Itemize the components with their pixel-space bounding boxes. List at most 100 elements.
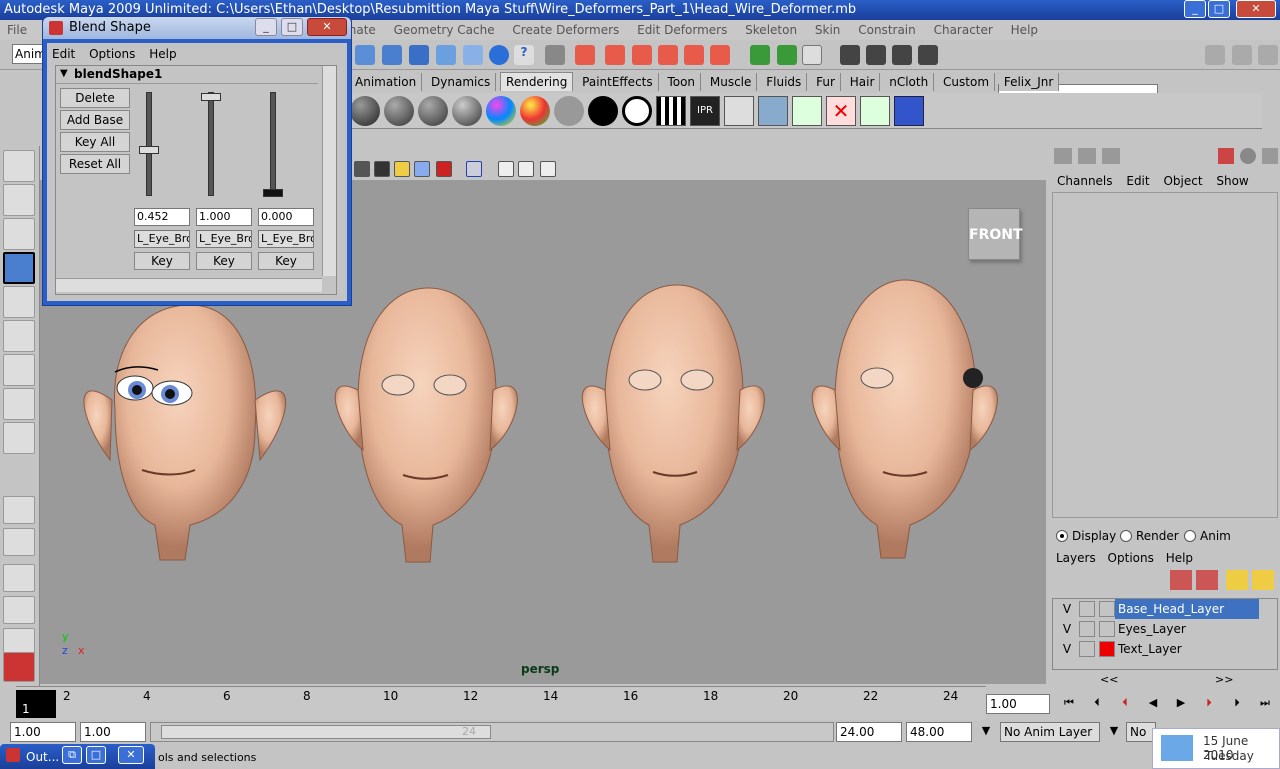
maximize-button[interactable]: □ — [86, 746, 106, 764]
step-back-frame-icon[interactable]: ⏴ — [1084, 692, 1110, 714]
head-mesh[interactable] — [83, 304, 287, 561]
render-view-icon[interactable] — [489, 45, 509, 65]
magnet-icon[interactable] — [658, 45, 678, 65]
tab-felix-jnr[interactable]: Felix_Jnr — [998, 73, 1060, 91]
weight-slider[interactable] — [139, 92, 159, 196]
move-tool-icon[interactable] — [3, 252, 35, 284]
delete-button[interactable]: Delete — [60, 88, 130, 108]
play-backward-icon[interactable]: ◀ — [1140, 692, 1166, 714]
paint-select-icon[interactable] — [3, 218, 35, 250]
step-forward-frame-icon[interactable]: ⏵ — [1224, 692, 1250, 714]
layout-outliner-icon[interactable] — [3, 564, 35, 592]
time-ticks[interactable]: 2 4 6 8 10 12 14 16 18 20 22 24 — [16, 686, 986, 720]
snap-grid-icon[interactable] — [355, 45, 375, 65]
render-batch-icon[interactable] — [724, 96, 754, 126]
clapper-icon[interactable] — [918, 45, 938, 65]
channel-box[interactable] — [1052, 192, 1278, 518]
layer-name[interactable]: Eyes_Layer — [1115, 619, 1259, 639]
last-tool-icon[interactable] — [3, 422, 35, 454]
maximize-button[interactable]: □ — [281, 18, 303, 36]
material-ball-icon[interactable] — [622, 96, 652, 126]
select-tool-icon[interactable] — [3, 150, 35, 182]
material-ball-icon[interactable] — [486, 96, 516, 126]
ipr-icon[interactable]: IPR — [690, 96, 720, 126]
head-mesh[interactable] — [581, 284, 765, 563]
key-all-button[interactable]: Key All — [60, 132, 130, 152]
lock-icon[interactable] — [545, 45, 565, 65]
reset-all-button[interactable]: Reset All — [60, 154, 130, 174]
layer-type[interactable] — [1079, 621, 1095, 637]
view-cube-front[interactable]: FRONT — [968, 208, 1023, 260]
layer-row[interactable]: V Text_Layer — [1055, 639, 1259, 659]
layer-visibility[interactable]: V — [1059, 619, 1075, 639]
menu-edit[interactable]: Edit — [1126, 172, 1149, 190]
mode-selector[interactable]: Anim — [12, 44, 44, 64]
key-button[interactable]: Key — [258, 252, 314, 270]
new-layer-icon[interactable] — [1226, 570, 1248, 590]
clapper-icon[interactable] — [840, 45, 860, 65]
minimize-button[interactable]: _ — [1184, 0, 1206, 18]
minimize-button[interactable]: _ — [255, 18, 277, 36]
smooth-shade-icon[interactable] — [374, 161, 390, 177]
rotate-tool-icon[interactable] — [3, 286, 35, 318]
magnet-icon[interactable] — [632, 45, 652, 65]
step-forward-key-icon[interactable]: ⏵ — [1196, 692, 1222, 714]
weight-field[interactable]: 0.000 — [258, 208, 314, 226]
soft-mod-icon[interactable] — [3, 388, 35, 420]
render-ipr-icon[interactable] — [777, 45, 797, 65]
menu-item[interactable]: Help — [1004, 20, 1045, 40]
layout-four-icon[interactable] — [3, 528, 35, 556]
anim-layer-selector[interactable]: No Anim Layer — [1000, 722, 1100, 742]
material-ball-icon[interactable] — [452, 96, 482, 126]
light-icon[interactable] — [394, 161, 410, 177]
layer-type[interactable] — [1079, 641, 1095, 657]
playback-start-field[interactable]: 1.00 — [80, 722, 146, 742]
layer-row[interactable]: V Base_Head_Layer — [1055, 599, 1259, 619]
layer-visibility[interactable]: V — [1059, 599, 1075, 619]
magnet-icon[interactable] — [710, 45, 730, 65]
radio-render[interactable] — [1120, 530, 1132, 542]
delete-icon[interactable]: ✕ — [826, 96, 856, 126]
range-slider[interactable]: 24 — [150, 722, 834, 742]
isolate-icon[interactable] — [466, 161, 482, 177]
close-button[interactable]: ✕ — [1236, 0, 1276, 18]
horizontal-scrollbar[interactable] — [56, 278, 322, 292]
material-icon[interactable] — [1240, 148, 1256, 164]
menu-options[interactable]: Options — [89, 45, 135, 63]
go-to-start-icon[interactable]: ⏮ — [1056, 692, 1082, 714]
tab-painteffects[interactable]: PaintEffects — [577, 73, 659, 91]
maximize-button[interactable]: □ — [1208, 0, 1230, 18]
close-button[interactable]: ✕ — [307, 18, 347, 36]
manipulator-icon[interactable] — [3, 354, 35, 386]
tab-fur[interactable]: Fur — [811, 73, 841, 91]
move-up-layer-icon[interactable] — [1170, 570, 1192, 590]
lasso-tool-icon[interactable] — [3, 184, 35, 216]
layer-name[interactable]: Base_Head_Layer — [1115, 599, 1259, 619]
minimized-outliner[interactable]: Out... ⧉ □ ✕ — [0, 744, 155, 769]
render-settings-icon[interactable] — [802, 45, 822, 65]
play-forward-icon[interactable]: ▶ — [1168, 692, 1194, 714]
misc-icon[interactable] — [1262, 148, 1278, 164]
tab-custom[interactable]: Custom — [938, 73, 996, 91]
material-ball-icon[interactable] — [588, 96, 618, 126]
weight-field[interactable]: 1.000 — [196, 208, 252, 226]
weight-slider[interactable] — [201, 92, 221, 196]
radio-display[interactable] — [1056, 530, 1068, 542]
menu-show[interactable]: Show — [1216, 172, 1248, 190]
head-mesh[interactable] — [811, 279, 998, 559]
layer-color-swatch[interactable] — [1099, 601, 1115, 617]
live-icon[interactable] — [463, 45, 483, 65]
menu-item[interactable]: Skin — [808, 20, 848, 40]
tab-fluids[interactable]: Fluids — [761, 73, 808, 91]
tab-animation[interactable]: Animation — [350, 73, 423, 91]
attribute-editor-icon[interactable] — [1078, 148, 1096, 164]
layer-scroll-left[interactable]: << — [1100, 673, 1118, 686]
material-ball-icon[interactable] — [350, 96, 380, 126]
close-button[interactable]: ✕ — [118, 746, 144, 764]
menu-item[interactable]: Skeleton — [738, 20, 804, 40]
layout-single-icon[interactable] — [3, 496, 35, 524]
menu-channels[interactable]: Channels — [1057, 172, 1113, 190]
material-ball-icon[interactable] — [418, 96, 448, 126]
new-layer-selected-icon[interactable] — [1252, 570, 1274, 590]
material-ball-icon[interactable] — [384, 96, 414, 126]
